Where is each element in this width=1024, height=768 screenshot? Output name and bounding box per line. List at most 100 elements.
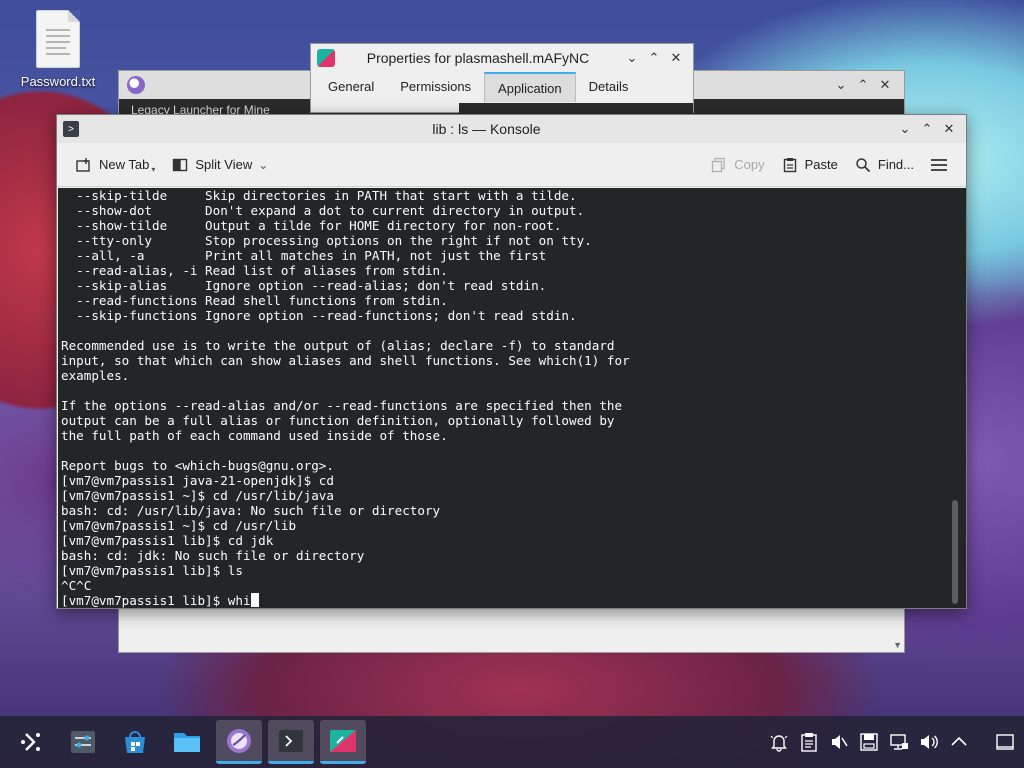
maximize-button[interactable]: ⌃	[916, 118, 938, 140]
terminal-line: [vm7@vm7passis1 ~]$ cd /usr/lib	[61, 518, 297, 533]
volume-icon[interactable]	[918, 731, 940, 753]
kate-icon	[317, 49, 335, 67]
scroll-down-icon[interactable]: ▼	[893, 640, 902, 650]
properties-tabs: General Permissions Application Details	[311, 72, 693, 102]
new-tab-label: New Tab	[99, 157, 150, 172]
chevron-down-icon: ⌄	[258, 157, 269, 172]
terminal-line: [vm7@vm7passis1 java-21-openjdk]$ cd	[61, 473, 334, 488]
paste-label: Paste	[804, 157, 838, 172]
app-launcher-task[interactable]	[216, 720, 262, 764]
konsole-icon	[277, 727, 305, 755]
kate-task[interactable]	[320, 720, 366, 764]
discover-store-button[interactable]	[112, 720, 158, 764]
terminal-line: --show-dot Don't expand a dot to current…	[61, 203, 585, 218]
maximize-button[interactable]: ⌃	[643, 47, 665, 69]
show-hidden-icon[interactable]	[948, 731, 970, 753]
hamburger-menu-button[interactable]	[924, 152, 954, 178]
terminal-line: ^C^C	[61, 578, 92, 593]
konsole-titlebar[interactable]: > lib : ls — Konsole ⌄ ⌃ ✕	[57, 115, 966, 143]
file-manager-button[interactable]	[164, 720, 210, 764]
kate-icon	[328, 727, 358, 755]
tab-general[interactable]: General	[315, 72, 387, 102]
terminal-line: --all, -a Print all matches in PATH, not…	[61, 248, 547, 263]
terminal-line: If the options --read-alias and/or --rea…	[61, 398, 623, 413]
terminal-line: the full path of each command used insid…	[61, 428, 448, 443]
storage-icon[interactable]	[858, 731, 880, 753]
hamburger-menu-icon	[930, 156, 948, 174]
tab-application[interactable]: Application	[484, 72, 576, 102]
terminal-line: --read-functions Read shell functions fr…	[61, 293, 448, 308]
audio-muted-icon[interactable]	[828, 731, 850, 753]
terminal-line: output can be a full alias or function d…	[61, 413, 615, 428]
find-label: Find...	[877, 157, 914, 172]
app-launcher-icon	[127, 76, 145, 94]
scrollbar-thumb[interactable]	[952, 500, 958, 604]
clipboard-icon[interactable]	[798, 731, 820, 753]
terminal-line: --tty-only Stop processing options on th…	[61, 233, 592, 248]
desktop-icon-password-txt[interactable]: Password.txt	[10, 8, 106, 89]
terminal-line: bash: cd: /usr/lib/java: No such file or…	[61, 503, 441, 518]
file-manager-icon	[172, 728, 202, 756]
tab-details[interactable]: Details	[576, 72, 642, 102]
new-tab-icon	[75, 156, 93, 174]
split-view-label: Split View	[195, 157, 253, 172]
text-file-icon	[36, 10, 80, 68]
terminal-line: Recommended use is to write the output o…	[61, 338, 615, 353]
copy-button[interactable]: Copy	[704, 152, 770, 178]
terminal-cursor	[250, 593, 259, 607]
terminal-line: examples.	[61, 368, 130, 383]
close-button[interactable]: ✕	[874, 74, 896, 96]
properties-title: Properties for plasmashell.mAFyNC	[366, 50, 590, 66]
konsole-title: lib : ls — Konsole	[432, 121, 541, 137]
terminal-line: input, so that which can show aliases an…	[61, 353, 630, 368]
terminal-line: bash: cd: jdk: No such file or directory	[61, 548, 365, 563]
chevron-down-icon: ▾	[151, 165, 156, 174]
minimize-button[interactable]: ⌄	[894, 118, 916, 140]
split-view-icon	[171, 156, 189, 174]
tab-permissions[interactable]: Permissions	[387, 72, 484, 102]
konsole-icon[interactable]: >	[63, 121, 79, 137]
search-icon	[854, 156, 872, 174]
terminal-line: --read-alias, -i Read list of aliases fr…	[61, 263, 448, 278]
terminal-output[interactable]: --skip-tilde Skip directories in PATH th…	[58, 188, 946, 608]
find-button[interactable]: Find...	[848, 152, 920, 178]
split-view-button[interactable]: Split View ⌄	[165, 152, 274, 178]
terminal-scrollbar[interactable]	[946, 188, 966, 608]
terminal-line: --skip-tilde Skip directories in PATH th…	[61, 188, 577, 203]
app-launcher-icon	[225, 727, 253, 755]
konsole-task[interactable]	[268, 720, 314, 764]
terminal-line: [vm7@vm7passis1 lib]$ whi	[61, 593, 946, 608]
network-icon[interactable]	[888, 731, 910, 753]
copy-icon	[710, 156, 728, 174]
application-launcher-icon	[18, 729, 44, 755]
new-tab-button[interactable]: New Tab ▾	[69, 151, 161, 178]
close-button[interactable]: ✕	[938, 118, 960, 140]
maximize-button[interactable]: ⌃	[852, 74, 874, 96]
properties-dialog[interactable]: Properties for plasmashell.mAFyNC ⌄ ⌃ ✕ …	[310, 43, 694, 115]
minimize-button[interactable]: ⌄	[621, 47, 643, 69]
system-tray	[768, 731, 1016, 753]
paste-button[interactable]: Paste	[775, 152, 844, 178]
notifications-icon[interactable]	[768, 731, 790, 753]
terminal-line: --skip-functions Ignore option --read-fu…	[61, 308, 577, 323]
properties-titlebar[interactable]: Properties for plasmashell.mAFyNC ⌄ ⌃ ✕	[311, 44, 693, 72]
terminal-line: [vm7@vm7passis1 lib]$ ls	[61, 563, 243, 578]
taskbar	[0, 716, 1024, 768]
terminal-line: Report bugs to <which-bugs@gnu.org>.	[61, 458, 334, 473]
show-desktop-icon[interactable]	[994, 731, 1016, 753]
system-settings-icon	[69, 728, 97, 756]
minimize-button[interactable]: ⌄	[830, 74, 852, 96]
terminal-line: --skip-alias Ignore option --read-alias;…	[61, 278, 547, 293]
paste-icon	[781, 156, 799, 174]
system-settings-button[interactable]	[60, 720, 106, 764]
close-button[interactable]: ✕	[665, 47, 687, 69]
copy-label: Copy	[734, 157, 765, 172]
terminal-line: [vm7@vm7passis1 lib]$ cd jdk	[61, 533, 274, 548]
terminal-line: --show-tilde Output a tilde for HOME dir…	[61, 218, 562, 233]
application-launcher-button[interactable]	[8, 720, 54, 764]
konsole-window[interactable]: > lib : ls — Konsole ⌄ ⌃ ✕ New Tab ▾ Spl…	[56, 114, 967, 609]
discover-store-icon	[121, 728, 149, 756]
